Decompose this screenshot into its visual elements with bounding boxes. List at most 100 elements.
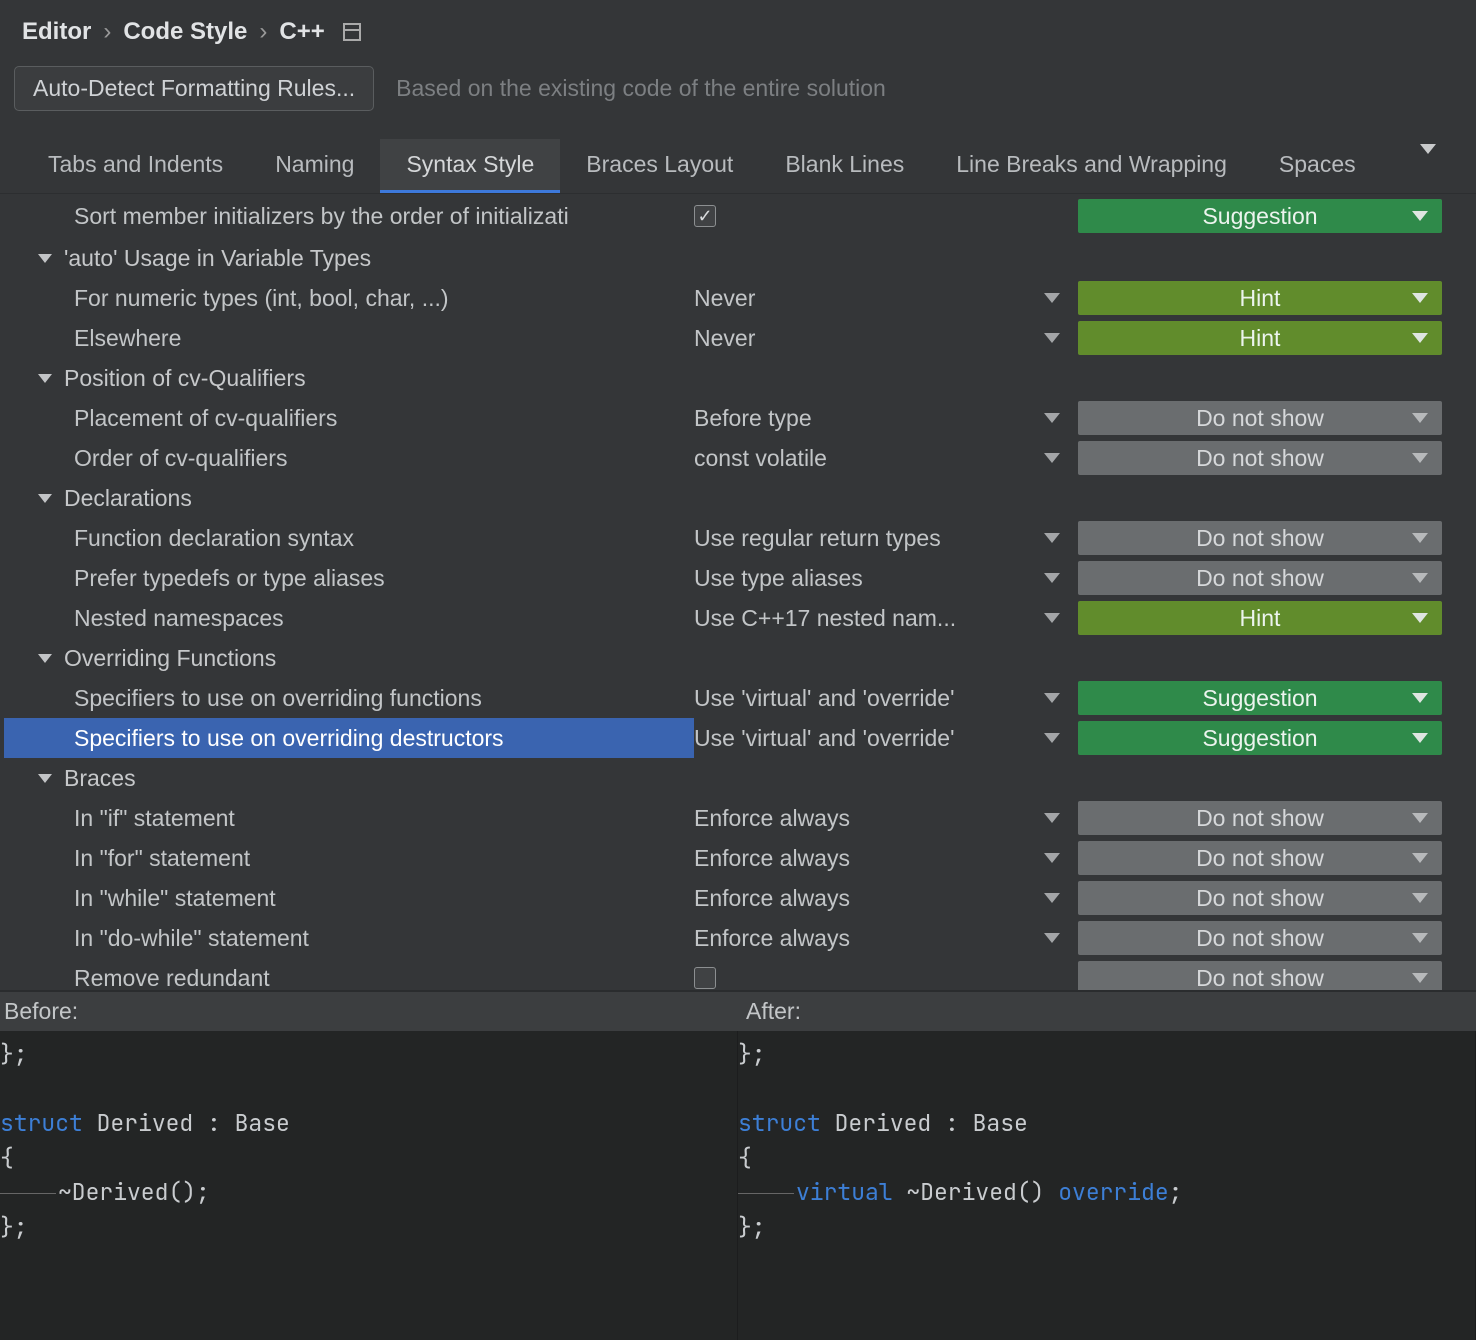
- setting-value-dropdown[interactable]: Use 'virtual' and 'override': [694, 718, 1078, 758]
- severity-dropdown[interactable]: Do not show: [1078, 561, 1442, 595]
- setting-label[interactable]: Order of cv-qualifiers: [4, 438, 694, 478]
- chevron-down-icon: [1044, 813, 1060, 823]
- checkbox[interactable]: [694, 205, 716, 227]
- setting-row[interactable]: ElsewhereNeverHint: [0, 318, 1476, 358]
- setting-row[interactable]: Function declaration syntaxUse regular r…: [0, 518, 1476, 558]
- setting-value-dropdown[interactable]: Before type: [694, 398, 1078, 438]
- tab-tabs-and-indents[interactable]: Tabs and Indents: [22, 139, 249, 193]
- tab-spaces[interactable]: Spaces: [1253, 139, 1382, 193]
- severity-dropdown[interactable]: Hint: [1078, 321, 1442, 355]
- setting-label[interactable]: Specifiers to use on overriding function…: [4, 678, 694, 718]
- setting-row[interactable]: Nested namespacesUse C++17 nested nam...…: [0, 598, 1476, 638]
- severity-dropdown[interactable]: Do not show: [1078, 521, 1442, 555]
- setting-row[interactable]: Prefer typedefs or type aliasesUse type …: [0, 558, 1476, 598]
- checkbox[interactable]: [694, 967, 716, 989]
- setting-row[interactable]: Sort member initializers by the order of…: [0, 194, 1476, 238]
- chevron-right-icon: ›: [259, 18, 267, 46]
- severity-dropdown[interactable]: Suggestion: [1078, 721, 1442, 755]
- severity-dropdown[interactable]: Do not show: [1078, 441, 1442, 475]
- auto-detect-hint: Based on the existing code of the entire…: [396, 75, 886, 102]
- tab-syntax-style[interactable]: Syntax Style: [380, 139, 560, 193]
- setting-group[interactable]: Braces: [0, 758, 1476, 798]
- code-preview: }; struct Derived : Base { ~Derived(); }…: [0, 1031, 1476, 1340]
- severity-dropdown[interactable]: Do not show: [1078, 401, 1442, 435]
- breadcrumb-item[interactable]: C++: [279, 18, 324, 46]
- chevron-down-icon: [1412, 573, 1428, 583]
- severity-dropdown[interactable]: Do not show: [1078, 841, 1442, 875]
- setting-label[interactable]: Specifiers to use on overriding destruct…: [4, 718, 694, 758]
- setting-value-dropdown[interactable]: Use regular return types: [694, 518, 1078, 558]
- setting-row[interactable]: In "if" statementEnforce alwaysDo not sh…: [0, 798, 1476, 838]
- setting-label[interactable]: Remove redundant: [4, 958, 694, 990]
- severity-dropdown[interactable]: Do not show: [1078, 921, 1442, 955]
- setting-value-dropdown[interactable]: Enforce always: [694, 798, 1078, 838]
- setting-value-dropdown[interactable]: Never: [694, 278, 1078, 318]
- chevron-down-icon: [1044, 933, 1060, 943]
- severity-dropdown[interactable]: Suggestion: [1078, 681, 1442, 715]
- setting-label[interactable]: Placement of cv-qualifiers: [4, 398, 694, 438]
- setting-label[interactable]: In "for" statement: [4, 838, 694, 878]
- chevron-down-icon[interactable]: [1392, 142, 1454, 193]
- whitespace-indent-icon: [0, 1193, 56, 1194]
- setting-value-dropdown[interactable]: const volatile: [694, 438, 1078, 478]
- setting-row[interactable]: Remove redundant Do not show: [0, 958, 1476, 990]
- setting-row[interactable]: In "while" statementEnforce alwaysDo not…: [0, 878, 1476, 918]
- setting-value-dropdown[interactable]: Use 'virtual' and 'override': [694, 678, 1078, 718]
- preview-after-label: After:: [738, 992, 1476, 1031]
- setting-row[interactable]: For numeric types (int, bool, char, ...)…: [0, 278, 1476, 318]
- severity-dropdown[interactable]: Hint: [1078, 601, 1442, 635]
- setting-row[interactable]: In "do-while" statementEnforce alwaysDo …: [0, 918, 1476, 958]
- setting-label[interactable]: Braces: [4, 758, 694, 798]
- setting-label[interactable]: Declarations: [4, 478, 694, 518]
- chevron-down-icon: [1412, 853, 1428, 863]
- setting-row[interactable]: Order of cv-qualifiersconst volatileDo n…: [0, 438, 1476, 478]
- setting-value-dropdown[interactable]: Enforce always: [694, 838, 1078, 878]
- setting-label[interactable]: Function declaration syntax: [4, 518, 694, 558]
- setting-value-checkbox[interactable]: [694, 958, 1078, 990]
- chevron-down-icon: [38, 374, 52, 383]
- breadcrumb-item[interactable]: Editor: [22, 18, 91, 46]
- chevron-down-icon: [38, 774, 52, 783]
- setting-group[interactable]: 'auto' Usage in Variable Types: [0, 238, 1476, 278]
- severity-dropdown[interactable]: Hint: [1078, 281, 1442, 315]
- tab-blank-lines[interactable]: Blank Lines: [759, 139, 930, 193]
- chevron-down-icon: [1044, 453, 1060, 463]
- severity-dropdown[interactable]: Do not show: [1078, 881, 1442, 915]
- tab-braces-layout[interactable]: Braces Layout: [560, 139, 759, 193]
- separate-window-icon[interactable]: [343, 23, 361, 41]
- setting-label[interactable]: Overriding Functions: [4, 638, 694, 678]
- setting-label[interactable]: In "do-while" statement: [4, 918, 694, 958]
- setting-label[interactable]: Position of cv-Qualifiers: [4, 358, 694, 398]
- setting-label[interactable]: Nested namespaces: [4, 598, 694, 638]
- setting-value-dropdown[interactable]: Never: [694, 318, 1078, 358]
- setting-group[interactable]: Overriding Functions: [0, 638, 1476, 678]
- tab-naming[interactable]: Naming: [249, 139, 380, 193]
- setting-value-dropdown[interactable]: Enforce always: [694, 878, 1078, 918]
- setting-row[interactable]: In "for" statementEnforce alwaysDo not s…: [0, 838, 1476, 878]
- setting-row[interactable]: Specifiers to use on overriding destruct…: [0, 718, 1476, 758]
- setting-label[interactable]: For numeric types (int, bool, char, ...): [4, 278, 694, 318]
- severity-dropdown[interactable]: Suggestion: [1078, 199, 1442, 233]
- setting-value-dropdown[interactable]: Use type aliases: [694, 558, 1078, 598]
- breadcrumb-item[interactable]: Code Style: [123, 18, 247, 46]
- setting-value-dropdown[interactable]: Enforce always: [694, 918, 1078, 958]
- severity-dropdown[interactable]: Do not show: [1078, 961, 1442, 990]
- setting-value-dropdown[interactable]: Use C++17 nested nam...: [694, 598, 1078, 638]
- setting-label[interactable]: Prefer typedefs or type aliases: [4, 558, 694, 598]
- settings-table: Sort member initializers by the order of…: [0, 194, 1476, 990]
- setting-row[interactable]: Placement of cv-qualifiersBefore typeDo …: [0, 398, 1476, 438]
- setting-label[interactable]: 'auto' Usage in Variable Types: [4, 238, 694, 278]
- setting-value-checkbox[interactable]: [694, 194, 1078, 238]
- severity-dropdown[interactable]: Do not show: [1078, 801, 1442, 835]
- setting-row[interactable]: Specifiers to use on overriding function…: [0, 678, 1476, 718]
- setting-group[interactable]: Declarations: [0, 478, 1476, 518]
- tab-line-breaks-and-wrapping[interactable]: Line Breaks and Wrapping: [930, 139, 1253, 193]
- setting-group[interactable]: Position of cv-Qualifiers: [0, 358, 1476, 398]
- tab-bar: Tabs and IndentsNamingSyntax StyleBraces…: [0, 139, 1476, 194]
- chevron-down-icon: [1412, 613, 1428, 623]
- setting-label[interactable]: In "while" statement: [4, 878, 694, 918]
- setting-label[interactable]: Sort member initializers by the order of…: [4, 194, 694, 238]
- setting-label[interactable]: Elsewhere: [4, 318, 694, 358]
- setting-label[interactable]: In "if" statement: [4, 798, 694, 838]
- auto-detect-button[interactable]: Auto-Detect Formatting Rules...: [14, 66, 374, 111]
